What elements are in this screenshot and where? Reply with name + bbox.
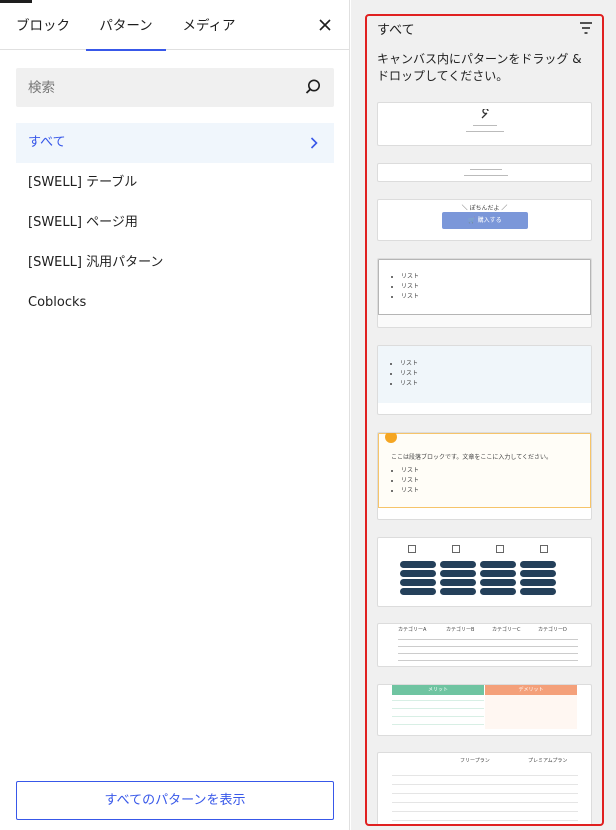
pattern-card[interactable]: ここは段落ブロックです。文章をここに入力してください。 リスト リスト リスト: [377, 432, 592, 520]
demerit-header: デメリット: [485, 685, 577, 695]
category-lines: [398, 636, 578, 662]
tab-patterns[interactable]: パターン: [86, 0, 166, 51]
category-label: [SWELL] 汎用パターン: [28, 255, 164, 270]
button-preview: [480, 561, 516, 568]
category-item-swell-general[interactable]: [SWELL] 汎用パターン: [16, 243, 334, 283]
category-label: [SWELL] テーブル: [28, 175, 138, 190]
cta-caption: ＼ ぽちんだよ ／: [461, 205, 508, 212]
tab-blocks[interactable]: ブロック: [16, 0, 70, 50]
button-preview: [520, 570, 556, 577]
pattern-card[interactable]: カテゴリーA カテゴリーB カテゴリーC カテゴリーD: [377, 623, 592, 667]
category-label: [SWELL] ページ用: [28, 215, 138, 230]
list-item: リスト: [400, 369, 591, 379]
cta-button-preview: 🛒 購入する: [442, 212, 528, 229]
close-icon: [319, 19, 331, 31]
inserter-left-panel: ブロック パターン メディア すべて [SWELL] テーブル [SWELL] …: [0, 0, 350, 830]
close-button[interactable]: [314, 14, 336, 36]
list-item: リスト: [400, 359, 591, 369]
view-all-patterns-button[interactable]: すべてのパターンを表示: [16, 781, 334, 820]
line-placeholder: [466, 131, 504, 132]
line-placeholder: [470, 169, 502, 170]
paragraph-preview: ここは段落ブロックです。文章をここに入力してください。: [391, 454, 553, 461]
pattern-card[interactable]: ＼ ぽちんだよ ／ 🛒 購入する: [377, 199, 592, 241]
category-heading: カテゴリーA: [398, 627, 427, 633]
pattern-category-list: すべて [SWELL] テーブル [SWELL] ページ用 [SWELL] 汎用…: [16, 123, 334, 323]
search-input[interactable]: [16, 68, 296, 107]
button-preview: [520, 579, 556, 586]
list-item: リスト: [401, 476, 419, 486]
wrench-icon: [481, 109, 489, 119]
button-preview: [440, 570, 476, 577]
category-label: すべて: [28, 135, 66, 150]
button-preview: [400, 561, 436, 568]
list-item: リスト: [400, 379, 591, 389]
button-grid: [398, 560, 574, 596]
pattern-card[interactable]: [377, 102, 592, 146]
memo-badge-icon: [385, 433, 397, 443]
line-placeholder: [464, 175, 508, 176]
button-preview: [440, 588, 476, 595]
list-box: リスト リスト リスト: [378, 346, 591, 403]
merit-list: [392, 695, 484, 729]
button-preview: [520, 561, 556, 568]
pattern-card[interactable]: リスト リスト リスト: [377, 258, 592, 328]
image-icon: [452, 545, 460, 553]
list-item: リスト: [401, 272, 590, 282]
pattern-preview-panel: すべて キャンバス内にパターンをドラッグ & ドロップしてください。 ＼ ぽちん…: [351, 0, 616, 830]
search-box: [16, 68, 334, 107]
pattern-card[interactable]: フリープラン プレミアムプラン: [377, 752, 592, 824]
list-item: リスト: [401, 466, 419, 476]
category-item-all[interactable]: すべて: [16, 123, 334, 163]
button-preview: [400, 579, 436, 586]
demerit-list: [485, 695, 577, 729]
highlight-frame: すべて キャンバス内にパターンをドラッグ & ドロップしてください。 ＼ ぽちん…: [365, 14, 604, 826]
search-icon[interactable]: [304, 78, 322, 96]
button-preview: [440, 579, 476, 586]
drag-hint: キャンバス内にパターンをドラッグ & ドロップしてください。: [377, 52, 582, 83]
button-preview: [480, 579, 516, 586]
preview-title: すべて: [377, 23, 415, 38]
category-heading: カテゴリーB: [446, 627, 475, 633]
list-box: リスト リスト リスト: [378, 259, 591, 315]
inserter-tabs: ブロック パターン メディア: [0, 0, 350, 51]
list-item: リスト: [401, 292, 590, 302]
button-preview: [520, 588, 556, 595]
plan-heading: プレミアムプラン: [528, 758, 568, 764]
button-preview: [440, 561, 476, 568]
line-placeholder: [473, 125, 497, 126]
category-item-swell-table[interactable]: [SWELL] テーブル: [16, 163, 334, 203]
category-heading: カテゴリーC: [492, 627, 521, 633]
pattern-card[interactable]: [377, 163, 592, 182]
pattern-card[interactable]: [377, 537, 592, 607]
image-icon: [540, 545, 548, 553]
pattern-card[interactable]: メリット デメリット: [377, 684, 592, 736]
memo-box: ここは段落ブロックです。文章をここに入力してください。 リスト リスト リスト: [378, 433, 591, 508]
plan-table: [392, 767, 578, 824]
plan-heading: フリープラン: [460, 758, 490, 764]
category-item-swell-page[interactable]: [SWELL] ページ用: [16, 203, 334, 243]
merit-header: メリット: [392, 685, 484, 695]
list-item: リスト: [401, 486, 419, 496]
list-item: リスト: [401, 282, 590, 292]
chevron-right-icon: [310, 137, 318, 149]
button-preview: [400, 588, 436, 595]
tab-media[interactable]: メディア: [182, 0, 236, 50]
category-label: Coblocks: [28, 295, 87, 310]
filter-icon[interactable]: [578, 20, 594, 36]
button-preview: [480, 588, 516, 595]
pattern-card[interactable]: リスト リスト リスト: [377, 345, 592, 415]
button-preview: [400, 570, 436, 577]
image-icon: [496, 545, 504, 553]
category-heading: カテゴリーD: [538, 627, 567, 633]
button-preview: [480, 570, 516, 577]
image-icon: [408, 545, 416, 553]
category-item-coblocks[interactable]: Coblocks: [16, 283, 334, 323]
